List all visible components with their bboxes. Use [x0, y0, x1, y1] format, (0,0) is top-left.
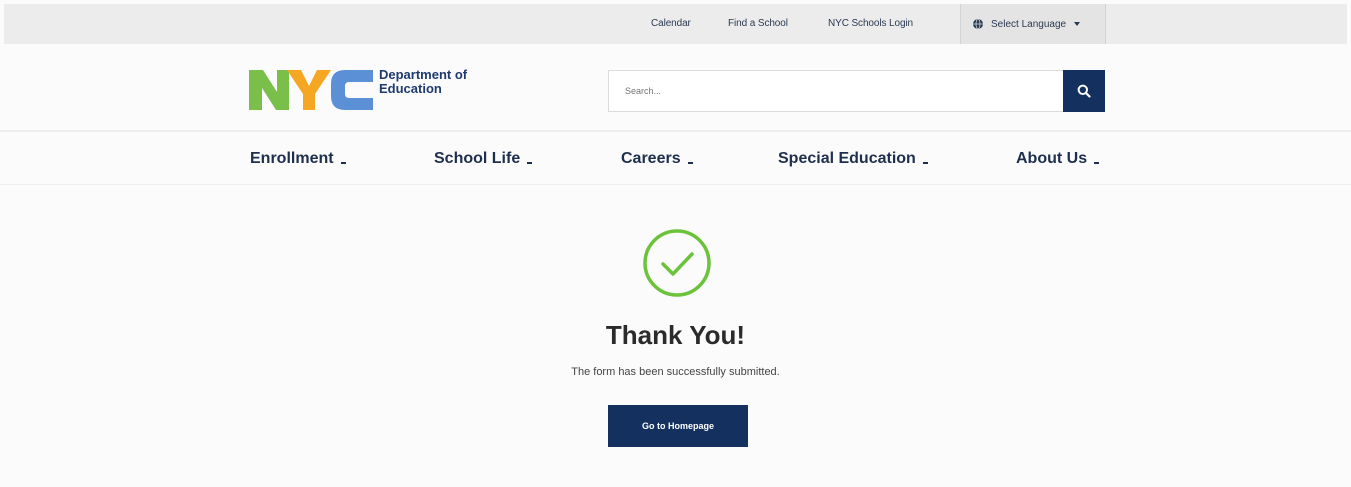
nav-label: Special Education [778, 150, 916, 167]
language-label: Select Language [991, 18, 1067, 30]
caret-down-icon [1074, 22, 1081, 26]
chevron-down-icon [922, 161, 928, 164]
main-nav: Enrollment School Life Careers Special E… [0, 132, 1351, 184]
logo-text: Department of Education [379, 68, 467, 96]
calendar-link[interactable]: Calendar [651, 4, 691, 44]
nav-item-enrollment[interactable]: Enrollment [250, 150, 346, 168]
nav-item-school-life[interactable]: School Life [434, 150, 533, 168]
nav-label: School Life [434, 150, 521, 167]
nav-item-about-us[interactable]: About Us [1016, 150, 1100, 168]
nav-label: Enrollment [250, 150, 334, 167]
nav-item-special-education[interactable]: Special Education [778, 150, 928, 168]
globe-icon [973, 19, 983, 29]
nyc-logo-mark [249, 70, 373, 110]
nyc-schools-login-link[interactable]: NYC Schools Login [828, 4, 913, 44]
search-icon [1077, 84, 1091, 98]
nav-label: Careers [621, 150, 681, 167]
check-circle-icon [643, 229, 711, 297]
nyc-doe-logo[interactable]: Department of Education [249, 66, 509, 114]
language-select[interactable]: Select Language [960, 4, 1106, 44]
nav-label: About Us [1016, 150, 1088, 167]
search-input[interactable] [608, 70, 1064, 112]
chevron-down-icon [340, 161, 346, 164]
find-a-school-link[interactable]: Find a School [728, 4, 788, 44]
chevron-down-icon [527, 161, 533, 164]
logo-line-1: Department of [379, 67, 468, 82]
logo-line-2: Education [379, 81, 442, 96]
chevron-down-icon [1094, 161, 1100, 164]
nav-item-careers[interactable]: Careers [621, 150, 693, 168]
utility-bar: Calendar Find a School NYC Schools Login… [4, 4, 1347, 44]
chevron-down-icon [687, 161, 693, 164]
page: Calendar Find a School NYC Schools Login… [0, 0, 1351, 487]
thank-you-title: Thank You! [605, 320, 746, 350]
submission-message: The form has been successfully submitted… [571, 366, 780, 378]
nav-divider [0, 184, 1351, 185]
search-button[interactable] [1063, 70, 1105, 112]
go-to-homepage-button[interactable]: Go to Homepage [608, 405, 748, 447]
